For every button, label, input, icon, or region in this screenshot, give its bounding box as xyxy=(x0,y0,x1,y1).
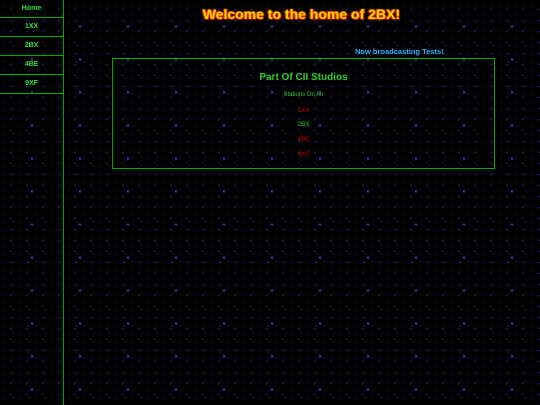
nav-item-1xx[interactable]: 1XX xyxy=(0,18,63,37)
nav-item-9xf[interactable]: 9XF xyxy=(0,75,63,94)
nav-item-2bx[interactable]: 2BX xyxy=(0,37,63,56)
broadcast-status: Now broadcasting Tests! xyxy=(355,47,444,56)
sidebar-nav: Home 1XX 2BX 4BE 9XF xyxy=(0,0,64,405)
nav-item-4be[interactable]: 4BE xyxy=(0,56,63,75)
studio-title: Part Of CII Studios xyxy=(259,72,348,83)
station-2bx: 2BX xyxy=(297,121,310,128)
station-4be: 4BE xyxy=(297,136,310,143)
page-title: Welcome to the home of 2BX! xyxy=(202,6,401,22)
station-9xf: 9XF xyxy=(297,151,310,158)
stations-on-air-label: Stations On Air xyxy=(283,92,324,98)
studio-panel: Part Of CII Studios Stations On Air 1XX … xyxy=(112,58,495,169)
station-1xx: 1XX xyxy=(297,107,310,114)
nav-item-home[interactable]: Home xyxy=(0,0,63,18)
